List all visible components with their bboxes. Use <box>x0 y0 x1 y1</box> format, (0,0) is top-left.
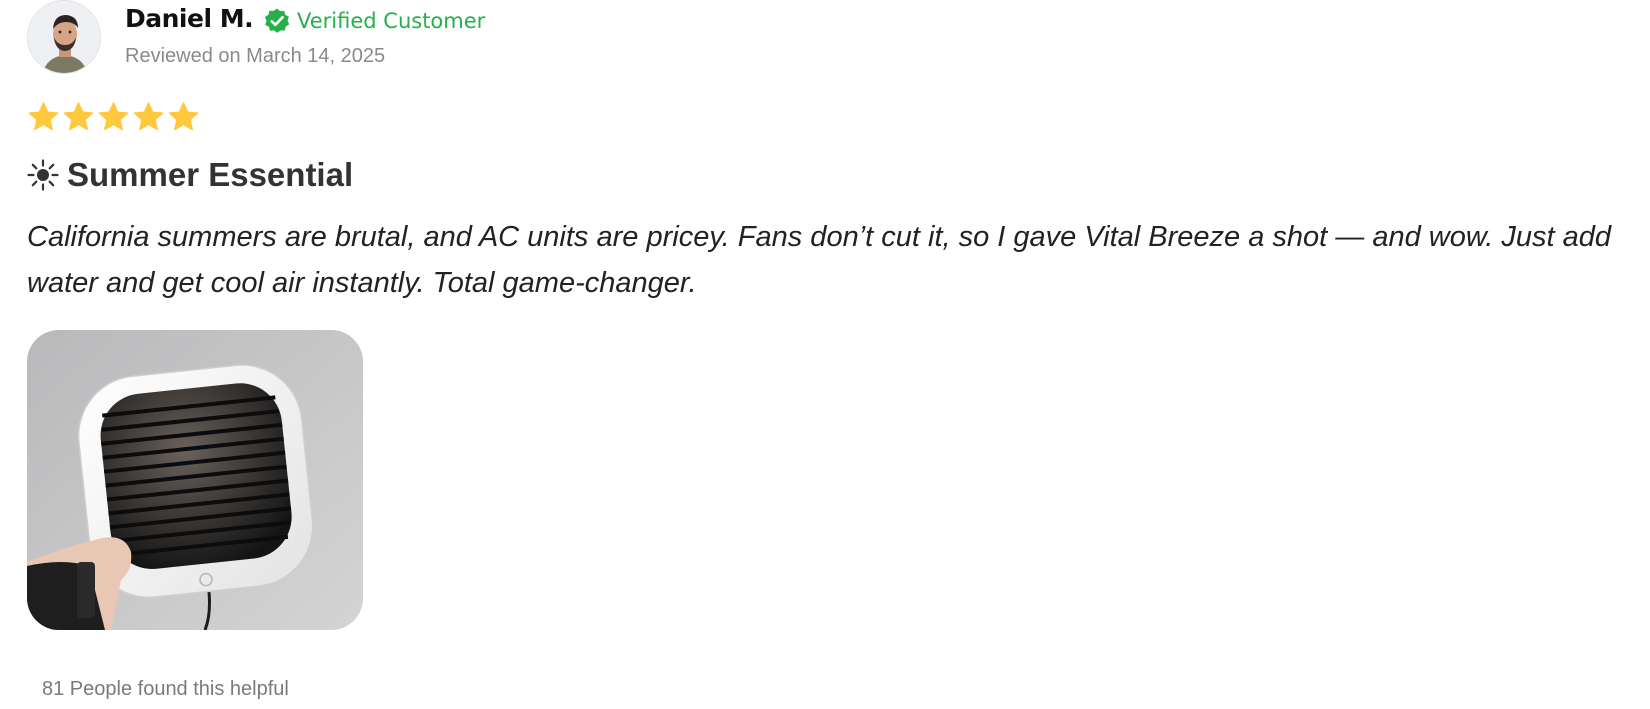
reviewer-avatar <box>27 0 101 74</box>
verified-check-icon <box>263 7 291 35</box>
review-body: California summers are brutal, and AC un… <box>27 221 1611 299</box>
star-icon <box>167 101 200 134</box>
reviewer-name: Daniel M. <box>125 4 254 33</box>
star-rating <box>27 101 200 134</box>
review-photo[interactable] <box>27 330 363 630</box>
avatar-photo-icon <box>28 1 100 73</box>
review-title-row: Summer Essential <box>27 156 353 194</box>
star-icon <box>62 101 95 134</box>
review-card: Daniel M. Verified Customer Reviewed on … <box>27 0 1627 700</box>
verified-badge: Verified Customer <box>263 7 485 35</box>
sun-icon <box>27 159 59 191</box>
review-header: Daniel M. Verified Customer Reviewed on … <box>27 0 1627 80</box>
star-icon <box>132 101 165 134</box>
helpful-count: 81 People found this helpful <box>42 678 289 700</box>
review-title: Summer Essential <box>67 156 354 193</box>
verified-label: Verified Customer <box>297 9 486 33</box>
star-icon <box>27 101 60 134</box>
star-icon <box>97 101 130 134</box>
review-date: Reviewed on March 14, 2025 <box>125 45 386 67</box>
portable-air-cooler-photo-icon <box>27 330 363 630</box>
